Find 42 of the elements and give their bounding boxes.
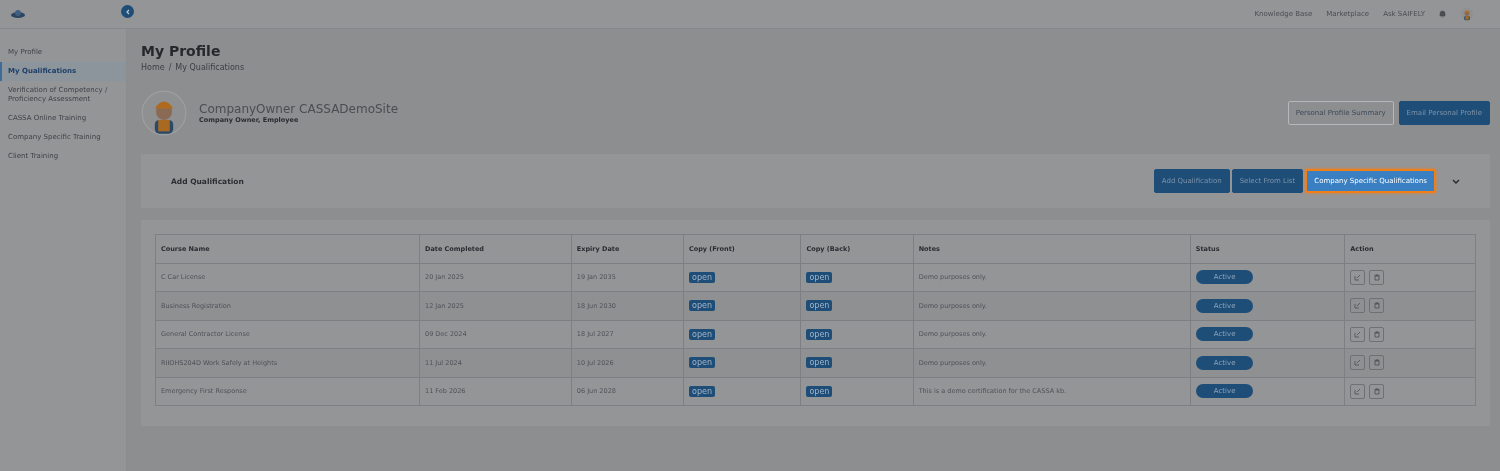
page-title: My Profile xyxy=(141,43,222,59)
delete-button[interactable] xyxy=(1369,383,1385,399)
edit-icon xyxy=(1354,330,1362,338)
edit-icon xyxy=(1354,273,1362,281)
collapse-button[interactable] xyxy=(121,5,134,18)
trash-icon xyxy=(1373,387,1380,395)
edit-icon xyxy=(1354,359,1362,367)
open-link[interactable]: open xyxy=(689,385,715,397)
open-link[interactable]: open xyxy=(689,300,715,312)
delete-button[interactable] xyxy=(1369,326,1385,342)
trash-icon xyxy=(1373,330,1380,338)
open-link[interactable]: open xyxy=(806,357,833,369)
profile-name: CompanyOwner CASSADemoSite xyxy=(199,102,399,116)
open-link[interactable]: open xyxy=(689,328,715,340)
bell-icon[interactable] xyxy=(1439,10,1446,18)
open-link[interactable]: open xyxy=(806,328,833,340)
open-link[interactable]: open xyxy=(806,271,833,283)
logo-icon xyxy=(10,9,26,19)
open-link[interactable]: open xyxy=(689,357,715,369)
avatar-icon xyxy=(141,90,187,136)
edit-button[interactable] xyxy=(1350,326,1366,342)
edit-button[interactable] xyxy=(1350,269,1366,285)
chevron-left-icon xyxy=(124,8,131,15)
open-link[interactable]: open xyxy=(806,385,833,397)
open-link[interactable]: open xyxy=(806,300,833,312)
breadcrumb-separator: / xyxy=(168,63,172,72)
open-link[interactable]: open xyxy=(689,271,715,283)
delete-button[interactable] xyxy=(1369,269,1385,285)
trash-icon xyxy=(1373,273,1380,281)
edit-icon xyxy=(1354,302,1362,310)
chevron-down-icon[interactable] xyxy=(1452,178,1460,184)
edit-button[interactable] xyxy=(1350,355,1366,371)
trash-icon xyxy=(1373,359,1380,367)
breadcrumb-item[interactable]: Home xyxy=(141,63,165,72)
avatar-icon xyxy=(1460,7,1474,21)
edit-button[interactable] xyxy=(1350,383,1366,399)
delete-button[interactable] xyxy=(1369,298,1385,314)
trash-icon xyxy=(1373,302,1380,310)
delete-button[interactable] xyxy=(1369,355,1385,371)
edit-button[interactable] xyxy=(1350,298,1366,314)
edit-icon xyxy=(1354,387,1362,395)
breadcrumb-item: My Qualifications xyxy=(175,63,245,72)
